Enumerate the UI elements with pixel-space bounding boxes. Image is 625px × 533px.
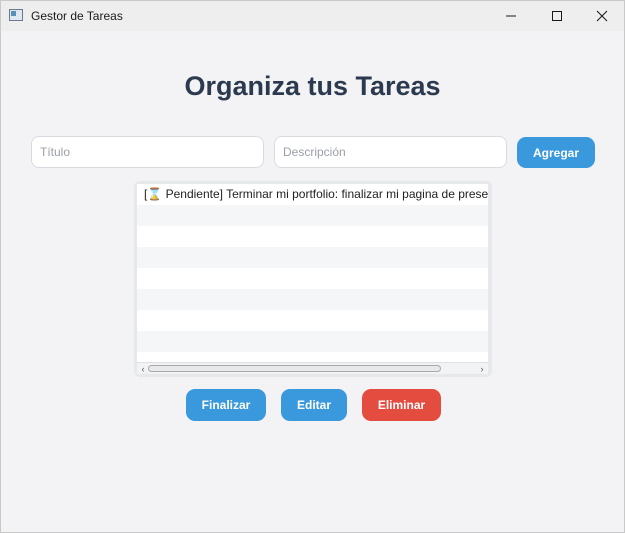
list-item-empty[interactable] [137,205,488,226]
app-window: Gestor de Tareas Organiza tus Tareas Agr… [0,0,625,533]
list-item-empty[interactable] [137,289,488,310]
horizontal-scrollbar[interactable]: ‹ › [137,362,488,374]
chevron-right-icon[interactable]: › [477,364,487,374]
list-item-empty[interactable] [137,331,488,352]
maximize-icon [552,11,562,21]
list-item[interactable]: [⌛ Pendiente] Terminar mi portfolio: fin… [137,184,488,205]
description-input[interactable] [274,136,507,168]
task-list[interactable]: [⌛ Pendiente] Terminar mi portfolio: fin… [137,184,488,362]
title-input[interactable] [31,136,264,168]
page-title: Organiza tus Tareas [184,71,441,101]
title-bar[interactable]: Gestor de Tareas [1,1,624,31]
scrollbar-thumb[interactable] [148,365,441,372]
task-list-panel: [⌛ Pendiente] Terminar mi portfolio: fin… [134,181,492,377]
delete-button[interactable]: Eliminar [362,389,441,421]
minimize-button[interactable] [488,1,534,31]
list-item-empty[interactable] [137,310,488,331]
close-icon [596,10,608,22]
minimize-icon [506,15,516,17]
list-item-empty[interactable] [137,247,488,268]
maximize-button[interactable] [534,1,580,31]
finalize-button[interactable]: Finalizar [186,389,266,421]
close-button[interactable] [579,1,624,31]
app-window-icon [9,9,23,21]
list-item-empty[interactable] [137,226,488,247]
list-item-empty[interactable] [137,268,488,289]
add-button[interactable]: Agregar [517,137,595,168]
edit-button[interactable]: Editar [281,389,347,421]
list-item-empty[interactable] [137,352,488,362]
chevron-left-icon[interactable]: ‹ [138,364,148,374]
window-title: Gestor de Tareas [31,9,123,23]
